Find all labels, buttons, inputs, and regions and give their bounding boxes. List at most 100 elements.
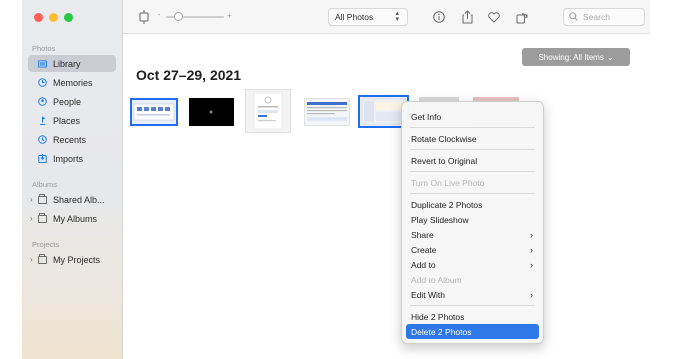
sidebar-section-albums: Albums (32, 180, 58, 189)
menu-separator (410, 149, 535, 150)
menu-item-label: Revert to Original (411, 155, 478, 166)
menu-item-label: Get Info (411, 111, 442, 122)
shared-album-icon (38, 193, 47, 204)
menu-separator (410, 193, 535, 194)
menu-item-hide-photos[interactable]: Hide 2 Photos (406, 309, 539, 324)
menu-item-label: Share (411, 229, 434, 240)
menu-separator (410, 305, 535, 306)
chevron-right-icon[interactable]: › (30, 214, 33, 223)
menu-item-create[interactable]: Create › (406, 242, 539, 257)
sidebar-item-label: People (53, 96, 82, 107)
folder-icon (38, 253, 47, 264)
people-icon (38, 97, 47, 106)
menu-item-revert-to-original[interactable]: Revert to Original (406, 153, 539, 168)
sidebar: Photos Library Memories People Places Re… (22, 0, 123, 359)
sidebar-item-label: Library (53, 58, 81, 69)
search-field[interactable]: Search (563, 8, 645, 26)
zoom-window-button[interactable] (64, 13, 73, 22)
sidebar-item-label: Imports (53, 153, 84, 164)
rotate-clockwise-icon[interactable] (515, 9, 529, 25)
favorite-icon[interactable] (487, 9, 501, 25)
menu-item-label: Delete 2 Photos (411, 326, 472, 337)
zoom-min-label: - (158, 12, 161, 19)
chevron-right-icon: › (530, 229, 533, 240)
photo-thumbnail[interactable] (304, 98, 350, 126)
sidebar-item-imports[interactable]: Imports (28, 150, 116, 167)
recents-icon (38, 135, 47, 144)
sidebar-item-label: Shared Alb... (53, 194, 105, 205)
search-icon (569, 11, 578, 23)
menu-separator (410, 171, 535, 172)
menu-item-label: Add to (411, 259, 436, 270)
sidebar-item-shared-albums[interactable]: › Shared Alb... (28, 191, 116, 208)
moment-date-title: Oct 27–29, 2021 (136, 67, 242, 83)
chevron-right-icon[interactable]: › (30, 255, 33, 264)
sidebar-item-library[interactable]: Library (28, 55, 116, 72)
sidebar-item-recents[interactable]: Recents (28, 131, 116, 148)
chevron-right-icon: › (530, 244, 533, 255)
chevron-right-icon: › (530, 289, 533, 300)
menu-item-turn-on-live-photo: Turn On Live Photo (406, 175, 539, 190)
menu-item-duplicate[interactable]: Duplicate 2 Photos (406, 197, 539, 212)
info-icon[interactable] (432, 9, 446, 25)
library-icon (38, 59, 47, 68)
menu-separator (410, 127, 535, 128)
sidebar-section-photos: Photos (32, 44, 56, 53)
folder-icon (38, 212, 47, 223)
menu-item-get-info[interactable]: Get Info (406, 109, 539, 124)
menu-item-label: Edit With (411, 289, 446, 300)
share-icon[interactable] (460, 9, 474, 25)
photo-thumbnail[interactable] (130, 98, 178, 126)
chevron-updown-icon: ▴ ▾ (395, 10, 399, 23)
chevron-down-icon: ⌄ (606, 52, 614, 62)
background-margin (650, 0, 700, 359)
view-select[interactable]: All Photos ▴ ▾ (328, 8, 408, 26)
sidebar-item-label: Memories (53, 77, 93, 88)
menu-item-label: Rotate Clockwise (411, 133, 477, 144)
chevron-right-icon[interactable]: › (30, 195, 33, 204)
sidebar-item-my-albums[interactable]: › My Albums (28, 210, 116, 227)
menu-item-delete-photos[interactable]: Delete 2 Photos (406, 324, 539, 339)
menu-item-label: Turn On Live Photo (411, 177, 485, 188)
search-placeholder: Search (583, 12, 610, 22)
sidebar-item-people[interactable]: People (28, 93, 116, 110)
showing-filter-label: Showing: All Items (538, 52, 604, 62)
menu-item-rotate-clockwise[interactable]: Rotate Clockwise (406, 131, 539, 146)
photo-grid-area: Showing: All Items ⌄ Oct 27–29, 2021 Get… (123, 35, 650, 359)
memories-icon (38, 78, 47, 87)
menu-item-play-slideshow[interactable]: Play Slideshow (406, 212, 539, 227)
menu-item-label: Hide 2 Photos (411, 311, 465, 322)
photos-window: Photos Library Memories People Places Re… (22, 0, 650, 359)
zoom-max-label: + (227, 11, 232, 20)
menu-item-label: Add to Album (411, 274, 462, 285)
sidebar-item-places[interactable]: Places (28, 112, 116, 129)
menu-item-share[interactable]: Share › (406, 227, 539, 242)
minimize-window-button[interactable] (49, 13, 58, 22)
chevron-right-icon: › (530, 259, 533, 270)
rotate-icon[interactable] (137, 9, 151, 25)
sidebar-item-label: My Projects (53, 254, 101, 265)
sidebar-item-my-projects[interactable]: › My Projects (28, 251, 116, 268)
traffic-lights (34, 13, 73, 22)
sidebar-item-label: My Albums (53, 213, 98, 224)
imports-icon (38, 154, 47, 163)
photo-thumbnail[interactable] (245, 89, 291, 133)
zoom-slider[interactable] (166, 12, 224, 21)
menu-item-add-to-album: Add to Album (406, 272, 539, 287)
close-window-button[interactable] (34, 13, 43, 22)
sidebar-item-label: Recents (53, 134, 87, 145)
sidebar-item-memories[interactable]: Memories (28, 74, 116, 91)
menu-item-label: Play Slideshow (411, 214, 469, 225)
sidebar-section-projects: Projects (32, 240, 60, 249)
places-icon (38, 116, 47, 125)
view-select-value: All Photos (335, 12, 374, 22)
menu-item-add-to[interactable]: Add to › (406, 257, 539, 272)
sidebar-item-label: Places (53, 115, 81, 126)
photo-thumbnail[interactable] (189, 98, 234, 126)
menu-item-label: Duplicate 2 Photos (411, 199, 483, 210)
menu-item-label: Create (411, 244, 437, 255)
showing-filter-button[interactable]: Showing: All Items ⌄ (522, 48, 630, 66)
zoom-slider-knob[interactable] (174, 12, 183, 21)
toolbar: - + All Photos ▴ ▾ Search (123, 0, 650, 34)
menu-item-edit-with[interactable]: Edit With › (406, 287, 539, 302)
